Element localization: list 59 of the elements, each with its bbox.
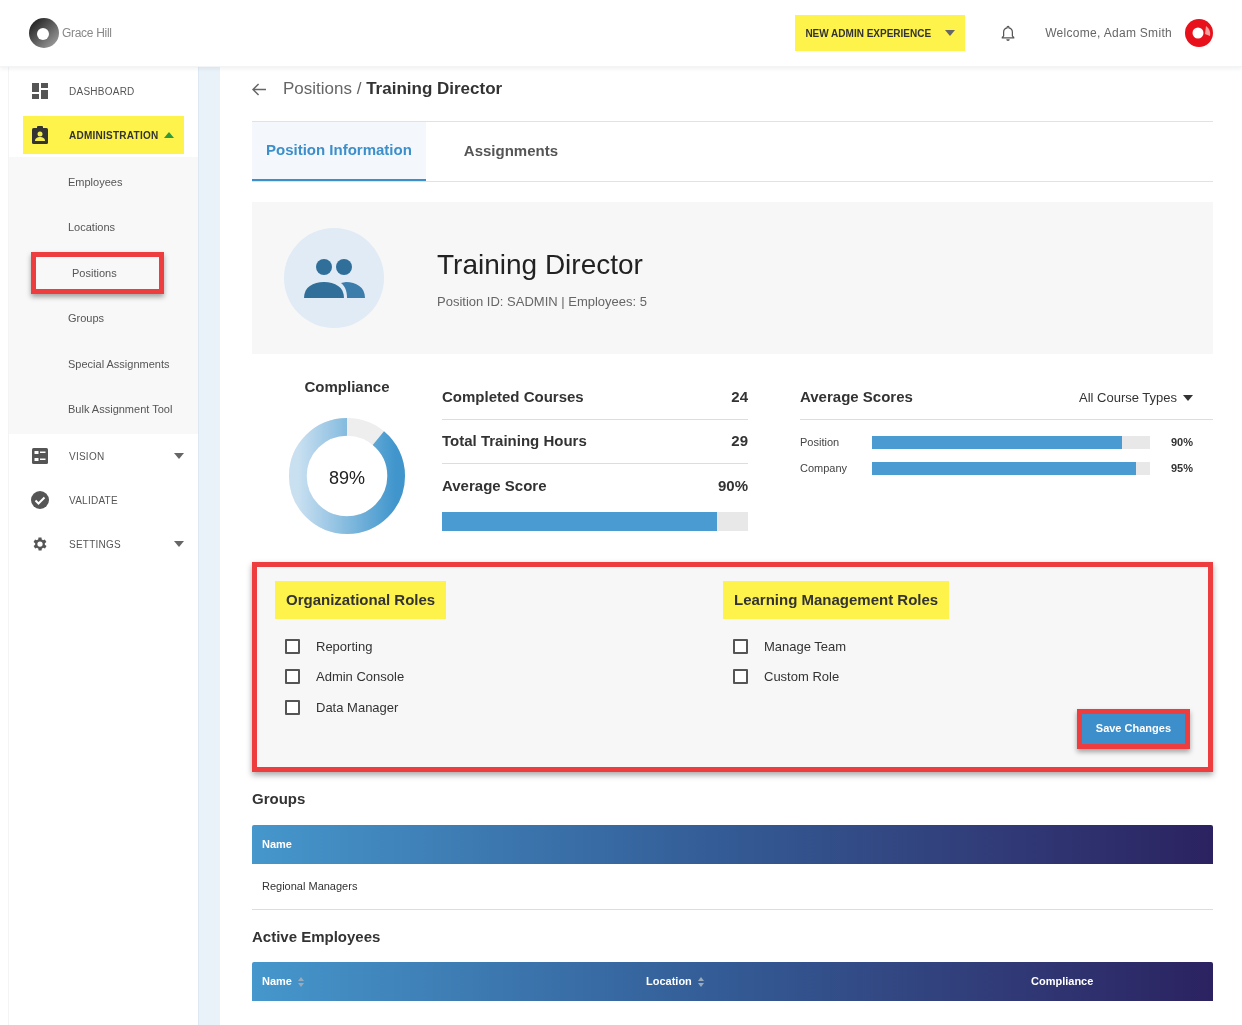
compliance-reading: 89% <box>329 466 366 490</box>
stat-value: 24 <box>731 387 748 408</box>
role-checkbox[interactable]: Admin Console <box>285 661 723 692</box>
admin-experience-button[interactable]: NEW ADMIN EXPERIENCE <box>795 15 966 51</box>
score-label: Company <box>800 460 849 476</box>
sidebar-item[interactable]: DASHBOARD <box>31 72 184 110</box>
section-title: Groups <box>252 789 307 809</box>
gear-icon <box>31 535 49 553</box>
id-badge-icon <box>31 126 49 144</box>
role-checkbox[interactable]: Data Manager <box>285 692 723 723</box>
group-avatar-icon <box>284 228 384 328</box>
sidebar-item[interactable]: SETTINGS <box>31 525 184 563</box>
bell-icon <box>1001 25 1016 41</box>
position-title: Training Director <box>437 248 644 283</box>
score-label: Position <box>800 434 841 450</box>
roles-heading: Learning Management Roles <box>723 581 950 619</box>
logo-icon <box>28 17 60 49</box>
sidebar-item[interactable]: VALIDATE <box>31 481 184 519</box>
stat-label: Completed Courses <box>442 387 584 408</box>
section-title: Active Employees <box>252 926 382 947</box>
sort-icon <box>297 976 304 987</box>
stat-value: 90% <box>717 475 748 496</box>
sidebar-subitem[interactable]: Positions <box>31 251 164 294</box>
check-circle-icon <box>31 491 49 509</box>
dashboard-icon <box>31 83 49 99</box>
sidebar-subitem[interactable]: Special Assignments <box>31 342 170 385</box>
position-subtitle: Position ID: SADMIN | Employees: 5 <box>437 293 647 312</box>
sidebar-item[interactable]: VISION <box>31 437 184 475</box>
average-scores-title: Average Scores <box>800 387 913 408</box>
course-type-dropdown[interactable]: All Course Types <box>1078 387 1193 408</box>
caret-icon <box>945 30 956 36</box>
sidebar-subitem[interactable]: Locations <box>31 206 116 249</box>
roles-heading: Organizational Roles <box>275 581 447 619</box>
sidebar-item[interactable]: ADMINISTRATION <box>23 116 184 154</box>
caret-icon <box>1183 394 1193 401</box>
save-changes-button[interactable]: Save Changes <box>1076 708 1190 749</box>
sidebar-subitem[interactable]: Bulk Assignment Tool <box>31 388 173 431</box>
sidebar-subitem[interactable]: Employees <box>31 160 123 203</box>
role-checkbox[interactable]: Reporting <box>285 631 723 662</box>
sidebar-subitem[interactable]: Groups <box>31 297 105 340</box>
role-checkbox[interactable]: Custom Role <box>733 661 1171 692</box>
checklist-icon <box>31 448 49 464</box>
score-reading: 95% <box>1170 460 1194 476</box>
breadcrumb: Positions / Training Director <box>283 78 503 101</box>
table-cell-text: Regional Managers <box>261 878 359 894</box>
tab[interactable]: Assignments <box>425 122 597 181</box>
compliance-title: Compliance <box>304 377 390 397</box>
stat-label: Total Training Hours <box>442 431 587 452</box>
sort-icon <box>697 976 704 987</box>
stat-value: 29 <box>731 431 748 452</box>
welcome-text: Welcome, Adam Smith <box>1045 25 1172 42</box>
avatar-icon <box>1184 18 1214 48</box>
logo-text: Grace Hill <box>62 25 112 42</box>
score-reading: 90% <box>1170 434 1194 450</box>
role-checkbox[interactable]: Manage Team <box>733 631 1171 662</box>
stat-label: Average Score <box>442 475 547 496</box>
column-header[interactable]: Compliance <box>1031 973 1094 990</box>
column-header[interactable]: Location <box>646 973 704 990</box>
back-arrow-icon <box>252 82 267 96</box>
